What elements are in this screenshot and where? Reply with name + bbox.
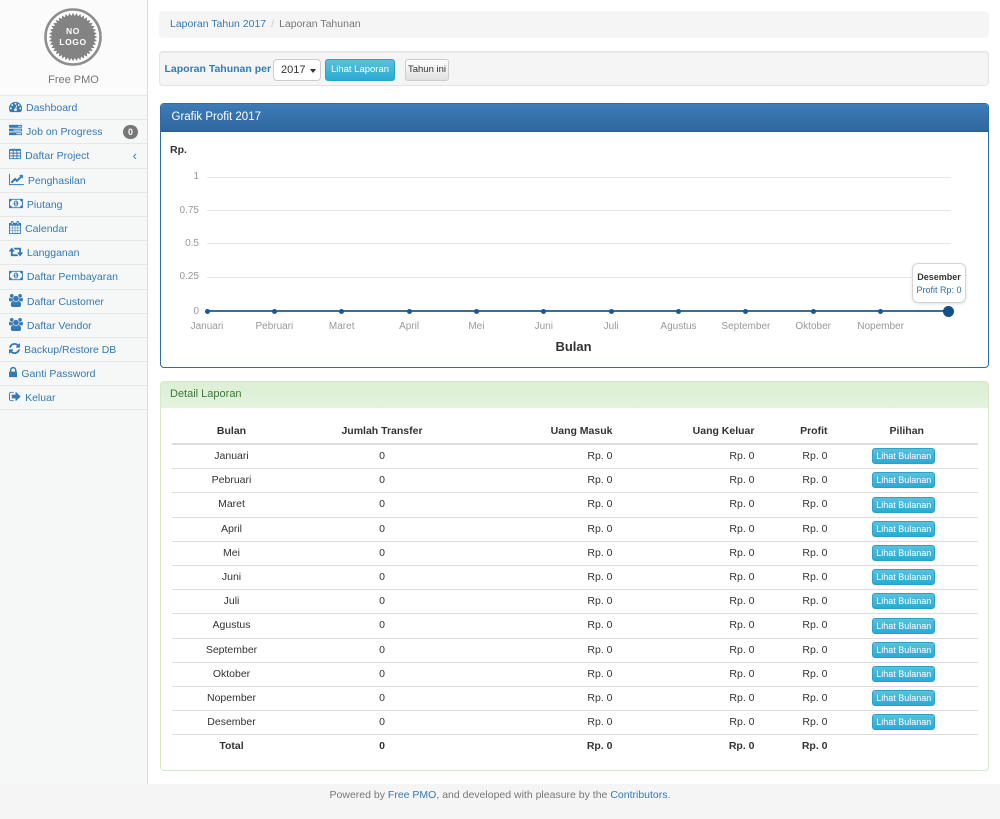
svg-text:LOGO: LOGO [59,37,86,47]
svg-text:NO: NO [66,26,80,36]
